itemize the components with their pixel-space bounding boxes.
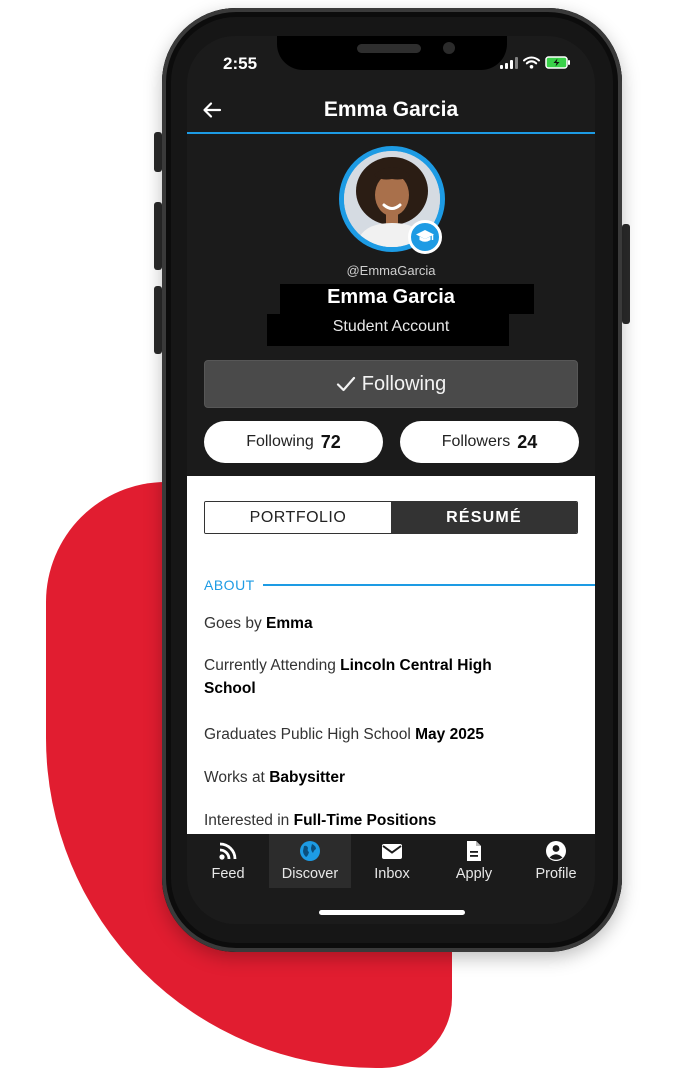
nav-feed[interactable]: Feed [187, 834, 269, 888]
graduation-cap-icon [408, 220, 442, 254]
field-label: Goes by [204, 615, 262, 632]
about-section-header: ABOUT [204, 577, 595, 593]
profile-name: Emma Garcia [327, 286, 455, 308]
home-indicator[interactable] [319, 910, 465, 915]
mail-icon [382, 844, 402, 859]
front-camera [443, 42, 455, 54]
phone-power-button [622, 224, 630, 324]
speaker-grille [357, 44, 421, 53]
tab-portfolio[interactable]: PORTFOLIO [205, 502, 391, 533]
following-count: 72 [320, 431, 341, 452]
about-label: ABOUT [204, 577, 255, 593]
phone-screen: 2:55 Emma Garcia @EmmaGarcia Emma Garcia… [187, 36, 595, 924]
profile-handle: @EmmaGarcia [346, 263, 436, 278]
field-label: Currently Attending [204, 657, 336, 674]
tab-resume[interactable]: RÉSUMÉ [391, 502, 577, 533]
about-divider [262, 584, 595, 586]
field-value: May 2025 [415, 726, 485, 743]
nav-discover[interactable]: Discover [269, 834, 351, 888]
status-icons [500, 56, 571, 69]
bottom-nav: Feed Discover Inbox Apply Profile [187, 834, 595, 924]
nav-apply[interactable]: Apply [433, 834, 515, 888]
following-count-button[interactable]: Following 72 [204, 421, 383, 463]
phone-volume-up-button [154, 202, 162, 270]
account-type: Student Account [332, 318, 450, 335]
battery-charging-icon [545, 56, 570, 69]
field-currently-attending: Currently Attending Lincoln Central High… [204, 654, 534, 700]
field-label: Graduates Public High School [204, 726, 411, 743]
nav-feed-label: Feed [211, 866, 245, 882]
rss-icon [219, 842, 237, 860]
nav-inbox[interactable]: Inbox [351, 834, 433, 888]
field-value: Full-Time Positions [293, 812, 437, 829]
profile-tab-switcher: PORTFOLIO RÉSUMÉ [204, 501, 578, 534]
following-button-label: Following [361, 372, 447, 395]
document-icon [467, 841, 481, 861]
nav-profile-label: Profile [535, 866, 577, 882]
app-header: Emma Garcia [187, 88, 595, 134]
notch [277, 36, 507, 70]
signal-icon [500, 56, 518, 69]
user-circle-icon [546, 841, 566, 861]
field-graduates: Graduates Public High School May 2025 [204, 723, 574, 746]
followers-count-button[interactable]: Followers 24 [400, 421, 579, 463]
resume-content: PORTFOLIO RÉSUMÉ ABOUT Goes by Emma Curr… [187, 476, 595, 834]
page-title: Emma Garcia [323, 98, 459, 121]
followers-label: Followers [441, 433, 511, 450]
nav-discover-label: Discover [281, 866, 339, 882]
field-interested-in: Interested in Full-Time Positions [204, 809, 574, 832]
phone-mute-switch [154, 132, 162, 172]
wifi-icon [523, 56, 540, 69]
following-button[interactable]: Following [204, 360, 578, 408]
field-value: Babysitter [269, 769, 345, 786]
phone-volume-down-button [154, 286, 162, 354]
field-value: Emma [266, 615, 313, 632]
nav-apply-label: Apply [455, 866, 493, 882]
globe-icon [300, 841, 320, 861]
field-goes-by: Goes by Emma [204, 612, 574, 635]
checkmark-icon [336, 376, 355, 392]
nav-inbox-label: Inbox [374, 866, 410, 882]
followers-count: 24 [517, 431, 538, 452]
nav-profile[interactable]: Profile [515, 834, 595, 888]
field-label: Interested in [204, 812, 290, 829]
status-time: 2:55 [223, 54, 258, 73]
field-label: Works at [204, 769, 265, 786]
field-works-at: Works at Babysitter [204, 766, 574, 789]
following-label: Following [246, 433, 314, 450]
